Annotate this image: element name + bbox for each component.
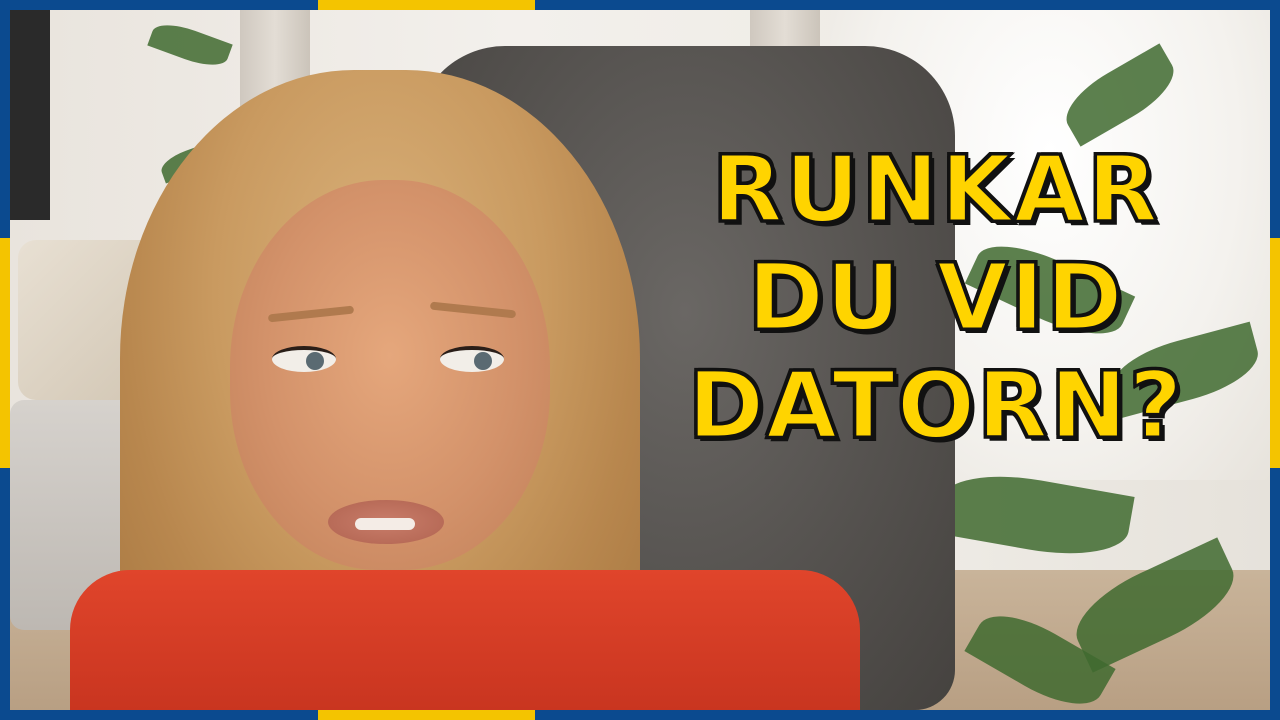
- red-shirt: [70, 570, 860, 710]
- headline-line-2: DU VID: [746, 243, 1125, 353]
- wall-picture: [10, 10, 50, 220]
- border-top: [0, 0, 1280, 10]
- eye: [440, 346, 504, 372]
- headline-line-3: DATORN?: [686, 351, 1185, 461]
- iris: [474, 352, 492, 370]
- headline-line-1: RUNKAR: [711, 135, 1160, 245]
- thumbnail: RUNKAR DU VID DATORN?: [0, 0, 1280, 720]
- headline: RUNKAR DU VID DATORN?: [636, 135, 1236, 461]
- border-yellow-accent: [318, 0, 535, 10]
- border-bottom: [0, 710, 1280, 720]
- border-yellow-accent: [0, 238, 10, 468]
- eye: [272, 346, 336, 372]
- teeth: [355, 518, 415, 530]
- border-yellow-accent: [318, 710, 535, 720]
- border-yellow-accent: [1270, 238, 1280, 468]
- iris: [306, 352, 324, 370]
